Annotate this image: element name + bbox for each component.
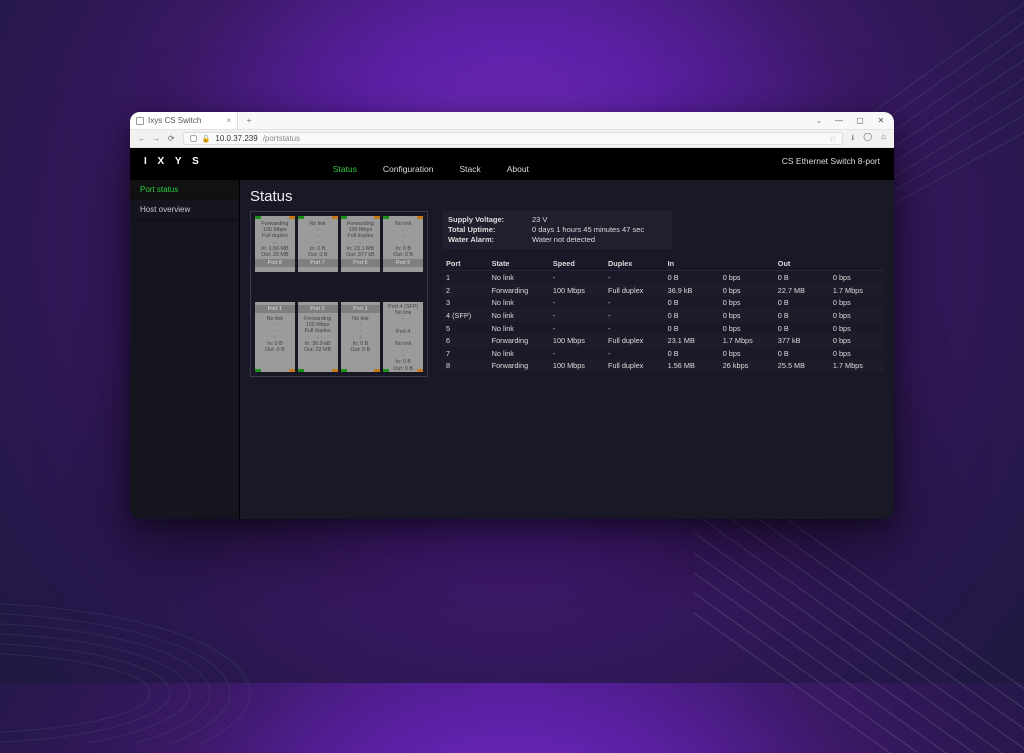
port-6-label: Port 6 (341, 259, 381, 267)
th-speed: Speed (549, 257, 604, 271)
nav-about[interactable]: About (507, 164, 529, 174)
bg-lines-botleft (0, 483, 350, 743)
close-tab-icon[interactable]: × (226, 116, 231, 125)
port-2-label: Port 2 (298, 305, 338, 313)
port-4-sfp[interactable]: Port 4 (SFP)No link- Port 4 No link--In:… (383, 302, 423, 372)
port-3-label: Port 3 (341, 305, 381, 313)
kv-alarm-value: Water not detected (532, 235, 595, 245)
port-4-sfp-label: Port 4 (SFP) (388, 304, 418, 310)
nav-status[interactable]: Status (333, 164, 357, 174)
page-title: Status (250, 188, 884, 205)
table-row: 1No link--0 B0 bps0 B0 bps (442, 271, 884, 284)
address-bar[interactable]: 🔓 10.0.37.239/portstatus ☆ (183, 132, 844, 145)
th-duplex: Duplex (604, 257, 664, 271)
download-icon[interactable]: ⭳ (851, 132, 854, 146)
new-tab-button[interactable]: + (238, 112, 260, 129)
port-7[interactable]: No link---In: 0 BOut: 0 B Port 7 (298, 216, 338, 272)
bookmark-star-icon[interactable]: ☆ (829, 134, 836, 143)
sidebar: Port status Host overview (130, 180, 240, 519)
port-diagram: Forwarding100 MbpsFull duplex-In: 1.56 M… (250, 211, 428, 377)
top-nav: Status Configuration Stack About (333, 164, 529, 174)
kv-supply-value: 23 V (532, 215, 547, 225)
kv-supply-label: Supply Voltage: (448, 215, 524, 225)
min-button[interactable]: — (834, 116, 844, 125)
table-row: 4 (SFP)No link--0 B0 bps0 B0 bps (442, 309, 884, 322)
port-6[interactable]: Forwarding100 MbpsFull duplex-In: 23.1 M… (341, 216, 381, 272)
browser-window: Ixys CS Switch × + ⌄ — ▢ ✕ ← → ⟳ 🔓 10.0.… (130, 112, 894, 519)
brand-logo: I X Y S (144, 156, 203, 167)
table-row: 5No link--0 B0 bps0 B0 bps (442, 322, 884, 335)
app-header: I X Y S Status Configuration Stack About… (130, 148, 894, 180)
port-7-label: Port 7 (298, 259, 338, 267)
kv-uptime-label: Total Uptime: (448, 225, 524, 235)
sidebar-item-host-overview[interactable]: Host overview (130, 200, 239, 220)
th-port: Port (442, 257, 488, 271)
table-row: 6Forwarding100 MbpsFull duplex23.1 MB1.7… (442, 334, 884, 347)
back-button[interactable]: ← (138, 134, 146, 143)
tab-title: Ixys CS Switch (148, 116, 201, 125)
th-state: State (488, 257, 549, 271)
device-kv-box: Supply Voltage: 23 V Total Uptime: 0 days … (442, 211, 672, 249)
port-status-table: Port State Speed Duplex In Out 1No link-… (442, 257, 884, 372)
port-5-label: Port 5 (383, 259, 423, 267)
kv-uptime-value: 0 days 1 hours 45 minutes 47 sec (532, 225, 644, 235)
sidebar-item-port-status[interactable]: Port status (130, 180, 239, 200)
account-icon[interactable]: ◯ (863, 132, 872, 146)
nav-configuration[interactable]: Configuration (383, 164, 434, 174)
kv-alarm-label: Water Alarm: (448, 235, 524, 245)
forward-button[interactable]: → (152, 134, 160, 143)
table-row: 2Forwarding100 MbpsFull duplex36.9 kB0 b… (442, 284, 884, 297)
shield-icon (190, 135, 197, 142)
table-row: 7No link--0 B0 bps0 B0 bps (442, 347, 884, 360)
th-in: In (664, 257, 774, 271)
port-2[interactable]: Port 2 Forwarding100 MbpsFull duplex-In:… (298, 302, 338, 372)
browser-toolbar: ← → ⟳ 🔓 10.0.37.239/portstatus ☆ ⭳ ◯ ⌂ (130, 129, 894, 148)
port-3[interactable]: Port 3 No link---In: 0 BOut: 0 B (341, 302, 381, 372)
device-name: CS Ethernet Switch 8-port (782, 156, 880, 166)
tab-strip: Ixys CS Switch × + ⌄ — ▢ ✕ (130, 112, 894, 129)
port-1[interactable]: Port 1 No link---In: 0 BOut: 0 B (255, 302, 295, 372)
tabs-dropdown-icon[interactable]: ⌄ (813, 116, 823, 125)
url-host: 10.0.37.239 (215, 134, 257, 143)
port-8-label: Port 8 (255, 259, 295, 267)
page-icon (136, 117, 144, 125)
insecure-lock-icon: 🔓 (202, 135, 211, 143)
extensions-icon[interactable]: ⌂ (881, 132, 886, 146)
port-1-label: Port 1 (255, 305, 295, 313)
th-out: Out (774, 257, 884, 271)
close-button[interactable]: ✕ (876, 116, 886, 125)
reload-button[interactable]: ⟳ (168, 134, 175, 143)
max-button[interactable]: ▢ (855, 116, 865, 125)
nav-stack[interactable]: Stack (459, 164, 480, 174)
table-row: 3No link--0 B0 bps0 B0 bps (442, 297, 884, 310)
table-row: 8Forwarding100 MbpsFull duplex1.56 MB26 … (442, 360, 884, 373)
browser-tab[interactable]: Ixys CS Switch × (130, 112, 238, 129)
port-5[interactable]: No link---In: 0 BOut: 0 B Port 5 (383, 216, 423, 272)
port-8[interactable]: Forwarding100 MbpsFull duplex-In: 1.56 M… (255, 216, 295, 272)
content: Status Forwarding100 MbpsFull duplex-In:… (240, 180, 894, 519)
url-path: /portstatus (263, 134, 300, 143)
